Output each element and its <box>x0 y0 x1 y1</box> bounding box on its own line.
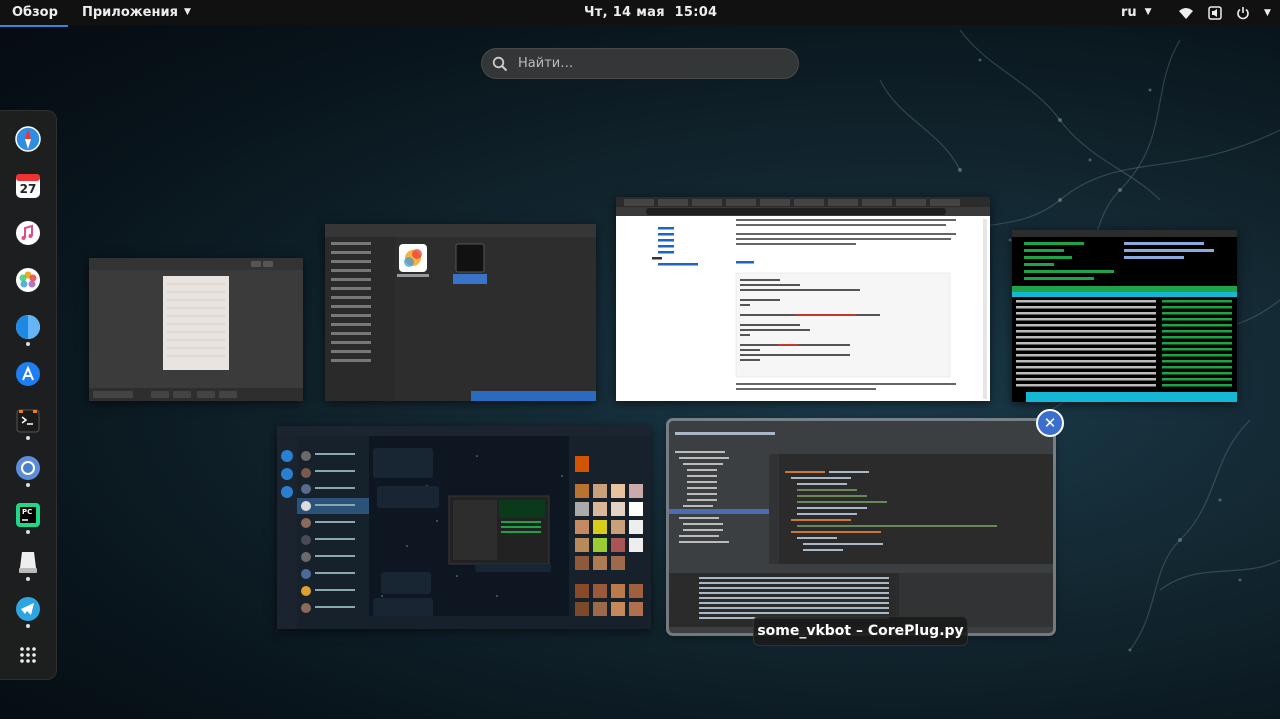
pycharm-preview <box>669 421 1053 633</box>
system-tray[interactable]: ▼ <box>1178 0 1271 25</box>
top-bar: Обзор Приложения ▼ Чт, 14 мая 15:04 ru ▼… <box>0 0 1280 27</box>
chrome-icon <box>16 456 40 480</box>
telegram-icon <box>16 597 40 621</box>
app-grid-icon <box>20 647 36 663</box>
dash-item-app-store[interactable] <box>14 360 42 388</box>
window-caption: some_vkbot – CorePlug.py <box>753 616 968 646</box>
calendar-day: 27 <box>19 182 37 196</box>
window-thumbnail-telegram[interactable] <box>277 426 651 629</box>
keyboard-layout-indicator[interactable]: ru ▼ <box>1121 0 1152 25</box>
search-box[interactable] <box>481 48 799 79</box>
activities-button[interactable]: Обзор <box>0 0 70 27</box>
dash-item-calendar[interactable]: 27 <box>14 172 42 200</box>
photos-icon <box>16 268 40 292</box>
volume-icon <box>1208 5 1222 20</box>
caret-down-icon: ▼ <box>183 7 191 17</box>
dash: 27 PC <box>0 110 57 680</box>
clock-label: Чт, 14 мая 15:04 <box>584 5 718 20</box>
dash-item-pycharm[interactable]: PC <box>14 501 42 529</box>
pycharm-label: PC <box>22 508 33 516</box>
dash-item-safari[interactable] <box>14 125 42 153</box>
safari-icon <box>15 126 41 152</box>
window-thumbnail-file-manager[interactable] <box>325 224 596 401</box>
running-indicator <box>26 530 30 534</box>
dash-item-photos[interactable] <box>14 266 42 294</box>
caret-down-icon: ▼ <box>1264 7 1271 18</box>
close-icon: ✕ <box>1043 414 1057 432</box>
window-thumbnail-terminal-htop[interactable] <box>1012 230 1237 402</box>
dash-item-finder[interactable] <box>14 313 42 341</box>
show-applications-button[interactable] <box>14 641 42 669</box>
dash-item-drive[interactable] <box>14 548 42 576</box>
running-indicator <box>26 624 30 628</box>
language-label: ru <box>1121 5 1137 20</box>
caret-down-icon: ▼ <box>1144 7 1152 17</box>
window-thumbnail-pycharm[interactable] <box>666 418 1056 636</box>
window-thumbnail-browser[interactable] <box>616 197 990 401</box>
document-scanner-preview <box>89 258 303 401</box>
running-indicator <box>26 342 30 346</box>
power-icon <box>1237 6 1249 19</box>
window-thumbnail-document-scanner[interactable] <box>89 258 303 401</box>
applications-label: Приложения <box>82 5 178 20</box>
browser-preview <box>616 197 990 399</box>
search-icon <box>492 56 508 71</box>
telegram-preview <box>277 426 651 629</box>
clock[interactable]: Чт, 14 мая 15:04 <box>584 0 717 25</box>
htop-preview <box>1012 230 1237 402</box>
search-input[interactable] <box>518 56 778 71</box>
dash-item-terminal[interactable] <box>14 407 42 435</box>
running-indicator <box>26 577 30 581</box>
running-indicator <box>26 436 30 440</box>
dash-item-telegram[interactable] <box>14 595 42 623</box>
music-icon <box>16 221 40 245</box>
dash-item-chrome[interactable] <box>14 454 42 482</box>
dash-item-music[interactable] <box>14 219 42 247</box>
window-caption-label: some_vkbot – CorePlug.py <box>757 623 964 639</box>
drive-icon <box>19 552 37 573</box>
applications-menu[interactable]: Приложения ▼ <box>82 0 191 25</box>
wifi-icon <box>1179 7 1193 19</box>
file-manager-preview <box>325 224 596 401</box>
finder-icon <box>16 315 40 339</box>
close-window-button[interactable]: ✕ <box>1036 409 1064 437</box>
app-store-icon <box>16 362 40 386</box>
running-indicator <box>26 483 30 487</box>
activities-label: Обзор <box>12 5 58 20</box>
terminal-icon <box>16 409 40 433</box>
